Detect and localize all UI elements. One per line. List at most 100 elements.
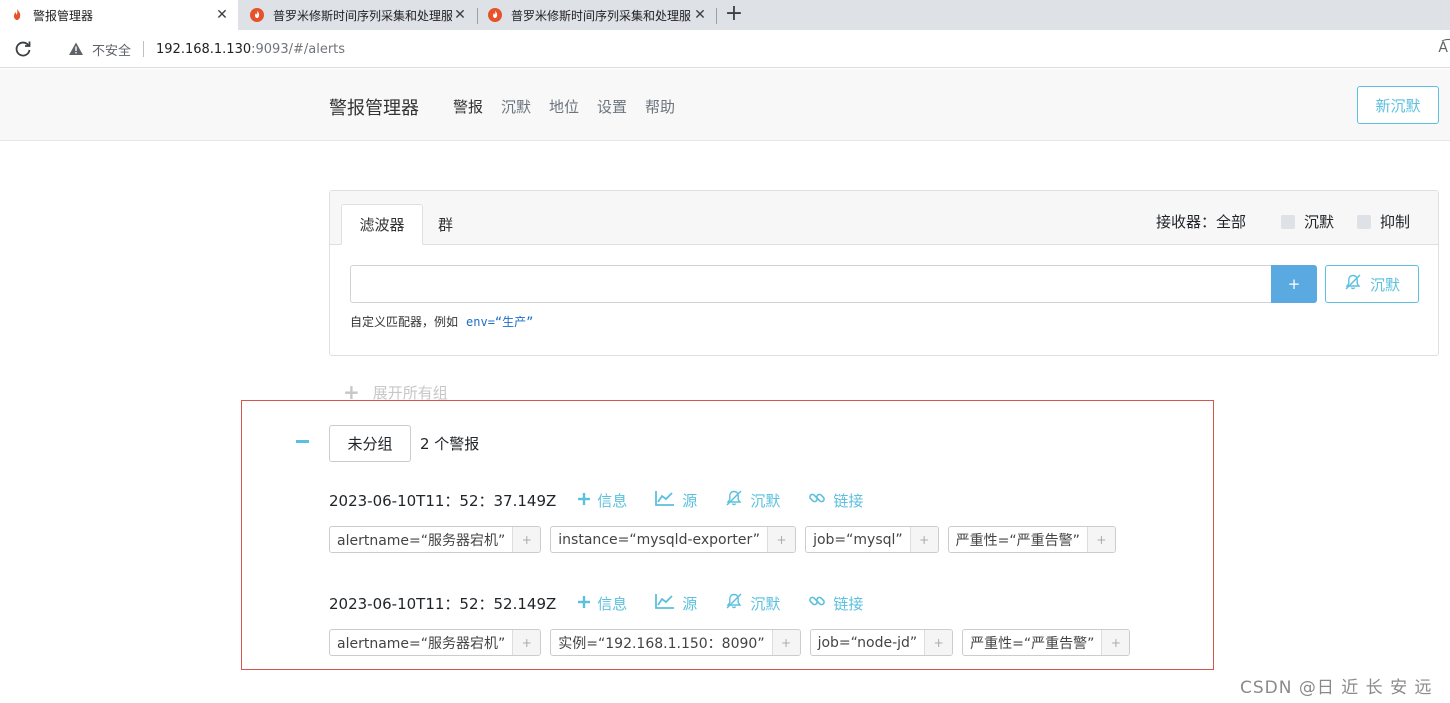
nav-link-silences[interactable]: 沉默 bbox=[501, 96, 531, 117]
new-tab-plus-icon[interactable]: + bbox=[723, 3, 745, 25]
url-host: 192.168.1.130 bbox=[156, 41, 252, 57]
silence-filter-label: 沉默 bbox=[1369, 275, 1400, 294]
add-label-filter-button[interactable]: + bbox=[1101, 630, 1130, 655]
add-label-filter-button[interactable]: + bbox=[1086, 527, 1115, 552]
app-navbar: 警报管理器 警报 沉默 地位 设置 帮助 新沉默 bbox=[0, 69, 1450, 141]
line-chart-icon bbox=[655, 490, 675, 510]
nav-link-settings[interactable]: 设置 bbox=[597, 96, 627, 117]
collapse-minus-icon[interactable] bbox=[296, 440, 309, 443]
label-text[interactable]: 严重性=“严重告警” bbox=[949, 527, 1087, 552]
label-chip[interactable]: instance=“mysqld-exporter” + bbox=[550, 526, 797, 553]
label-text[interactable]: instance=“mysqld-exporter” bbox=[551, 527, 767, 552]
nav-link-help[interactable]: 帮助 bbox=[645, 96, 675, 117]
line-chart-icon bbox=[655, 593, 675, 613]
csdn-watermark: CSDN @日 近 长 安 远 bbox=[1240, 678, 1433, 698]
nav-link-status[interactable]: 地位 bbox=[549, 96, 579, 117]
filter-card: 滤波器 群 接收器：全部 沉默 抑制 + 沉默 自定义匹配器，例如 env=“生产… bbox=[329, 190, 1439, 356]
add-label-filter-button[interactable]: + bbox=[512, 527, 541, 552]
reload-icon[interactable] bbox=[13, 39, 33, 59]
add-matcher-button[interactable]: + bbox=[1271, 265, 1317, 303]
filter-card-header: 滤波器 群 接收器：全部 沉默 抑制 bbox=[330, 191, 1438, 245]
alert-source-button[interactable]: 源 bbox=[655, 490, 697, 511]
alert-source-button[interactable]: 源 bbox=[655, 593, 697, 614]
group-name-button[interactable]: 未分组 bbox=[329, 425, 411, 462]
alert-link-button[interactable]: 链接 bbox=[808, 489, 863, 511]
tab-title: 警报管理器 bbox=[33, 8, 94, 23]
bell-slash-icon bbox=[725, 592, 743, 614]
address-bar[interactable]: 不安全 192.168.1.130:9093/#/alerts bbox=[50, 34, 1450, 64]
plus-icon bbox=[578, 594, 591, 612]
label-text[interactable]: 严重性=“严重告警” bbox=[963, 630, 1101, 655]
prometheus-flame-icon bbox=[488, 8, 502, 22]
alert-silence-label: 沉默 bbox=[750, 594, 781, 613]
alert-link-button[interactable]: 链接 bbox=[808, 592, 863, 614]
inhibited-checkbox[interactable]: 抑制 bbox=[1357, 211, 1410, 232]
alert-header: 2023-06-10T11：52：37.149Z 信息 源 沉默 链接 bbox=[329, 488, 1116, 512]
bell-slash-icon bbox=[725, 489, 743, 511]
alert-info-label: 信息 bbox=[597, 491, 628, 510]
prometheus-flame-icon bbox=[250, 8, 264, 22]
alert-labels: alertname=“服务器宕机” + instance=“mysqld-expo… bbox=[329, 526, 1116, 553]
label-chip[interactable]: job=“mysql” + bbox=[805, 526, 939, 553]
label-text[interactable]: job=“node-jd” bbox=[811, 630, 925, 655]
checkbox-box[interactable] bbox=[1357, 214, 1371, 229]
alert-timestamp: 2023-06-10T11：52：37.149Z bbox=[329, 491, 557, 510]
label-chip[interactable]: 严重性=“严重告警” + bbox=[947, 526, 1116, 553]
matcher-hint: 自定义匹配器，例如 env=“生产” bbox=[350, 313, 533, 330]
label-chip[interactable]: alertname=“服务器宕机” + bbox=[329, 629, 542, 656]
alert-info-button[interactable]: 信息 bbox=[578, 490, 627, 511]
nav-link-alerts[interactable]: 警报 bbox=[453, 96, 483, 117]
warning-icon[interactable] bbox=[68, 41, 84, 57]
new-silence-button[interactable]: 新沉默 bbox=[1357, 86, 1439, 124]
matcher-input[interactable] bbox=[350, 265, 1272, 303]
add-label-filter-button[interactable]: + bbox=[924, 630, 953, 655]
alert-silence-button[interactable]: 沉默 bbox=[725, 489, 780, 511]
close-tab-icon[interactable]: ✕ bbox=[214, 7, 230, 23]
label-text[interactable]: alertname=“服务器宕机” bbox=[330, 630, 512, 655]
reader-mode-icon[interactable]: A͡ bbox=[1438, 40, 1448, 56]
tab-filter[interactable]: 滤波器 bbox=[341, 204, 423, 245]
plus-icon bbox=[578, 491, 591, 509]
browser-tab-prometheus-1[interactable]: 普罗米修斯时间序列采集和处理服 ✕ bbox=[240, 0, 476, 30]
label-chip[interactable]: 实例=“192.168.1.150：8090” + bbox=[550, 629, 801, 656]
checkbox-box[interactable] bbox=[1281, 214, 1295, 229]
url-path: :9093/#/alerts bbox=[251, 41, 346, 57]
alert-link-label: 链接 bbox=[833, 594, 864, 613]
close-tab-icon[interactable]: ✕ bbox=[452, 7, 468, 23]
label-text[interactable]: alertname=“服务器宕机” bbox=[330, 527, 512, 552]
label-text[interactable]: 实例=“192.168.1.150：8090” bbox=[551, 630, 771, 655]
alert-item: 2023-06-10T11：52：52.149Z 信息 源 沉默 链接 aler… bbox=[329, 591, 1131, 656]
inhibited-checkbox-label: 抑制 bbox=[1380, 213, 1411, 231]
brand-title[interactable]: 警报管理器 bbox=[329, 94, 419, 120]
alert-info-button[interactable]: 信息 bbox=[578, 593, 627, 614]
browser-tab-prometheus-2[interactable]: 普罗米修斯时间序列采集和处理服 ✕ bbox=[478, 0, 716, 30]
add-label-filter-button[interactable]: + bbox=[767, 527, 796, 552]
alert-source-label: 源 bbox=[682, 491, 698, 510]
browser-tab-alertmanager[interactable]: 警报管理器 ✕ bbox=[0, 0, 238, 30]
link-icon bbox=[808, 592, 826, 614]
alert-item: 2023-06-10T11：52：37.149Z 信息 源 沉默 链接 aler… bbox=[329, 488, 1116, 553]
link-icon bbox=[808, 489, 826, 511]
hint-example: env=“生产” bbox=[466, 315, 534, 329]
browser-tab-bar: 警报管理器 ✕ 普罗米修斯时间序列采集和处理服 ✕ 普罗米修斯时间序列采集和处理… bbox=[0, 0, 1450, 30]
label-chip[interactable]: 严重性=“严重告警” + bbox=[962, 629, 1131, 656]
label-chip[interactable]: job=“node-jd” + bbox=[809, 629, 954, 656]
browser-toolbar: 不安全 192.168.1.130:9093/#/alerts bbox=[0, 30, 1450, 68]
label-chip[interactable]: alertname=“服务器宕机” + bbox=[329, 526, 542, 553]
add-label-filter-button[interactable]: + bbox=[771, 630, 800, 655]
silenced-checkbox[interactable]: 沉默 bbox=[1281, 211, 1334, 232]
tab-title: 普罗米修斯时间序列采集和处理服 bbox=[273, 8, 452, 23]
close-tab-icon[interactable]: ✕ bbox=[692, 7, 708, 23]
tab-title: 普罗米修斯时间序列采集和处理服 bbox=[511, 8, 692, 23]
add-label-filter-button[interactable]: + bbox=[512, 630, 541, 655]
alert-silence-button[interactable]: 沉默 bbox=[725, 592, 780, 614]
alert-labels: alertname=“服务器宕机” + 实例=“192.168.1.150：809… bbox=[329, 629, 1131, 656]
alert-link-label: 链接 bbox=[833, 491, 864, 510]
tab-groups[interactable]: 群 bbox=[438, 204, 453, 245]
label-text[interactable]: job=“mysql” bbox=[806, 527, 910, 552]
alert-timestamp: 2023-06-10T11：52：52.149Z bbox=[329, 594, 557, 613]
add-label-filter-button[interactable]: + bbox=[909, 527, 938, 552]
alert-info-label: 信息 bbox=[597, 594, 628, 613]
receiver-select[interactable]: 接收器：全部 bbox=[1156, 211, 1246, 232]
silence-filter-button[interactable]: 沉默 bbox=[1325, 265, 1419, 303]
